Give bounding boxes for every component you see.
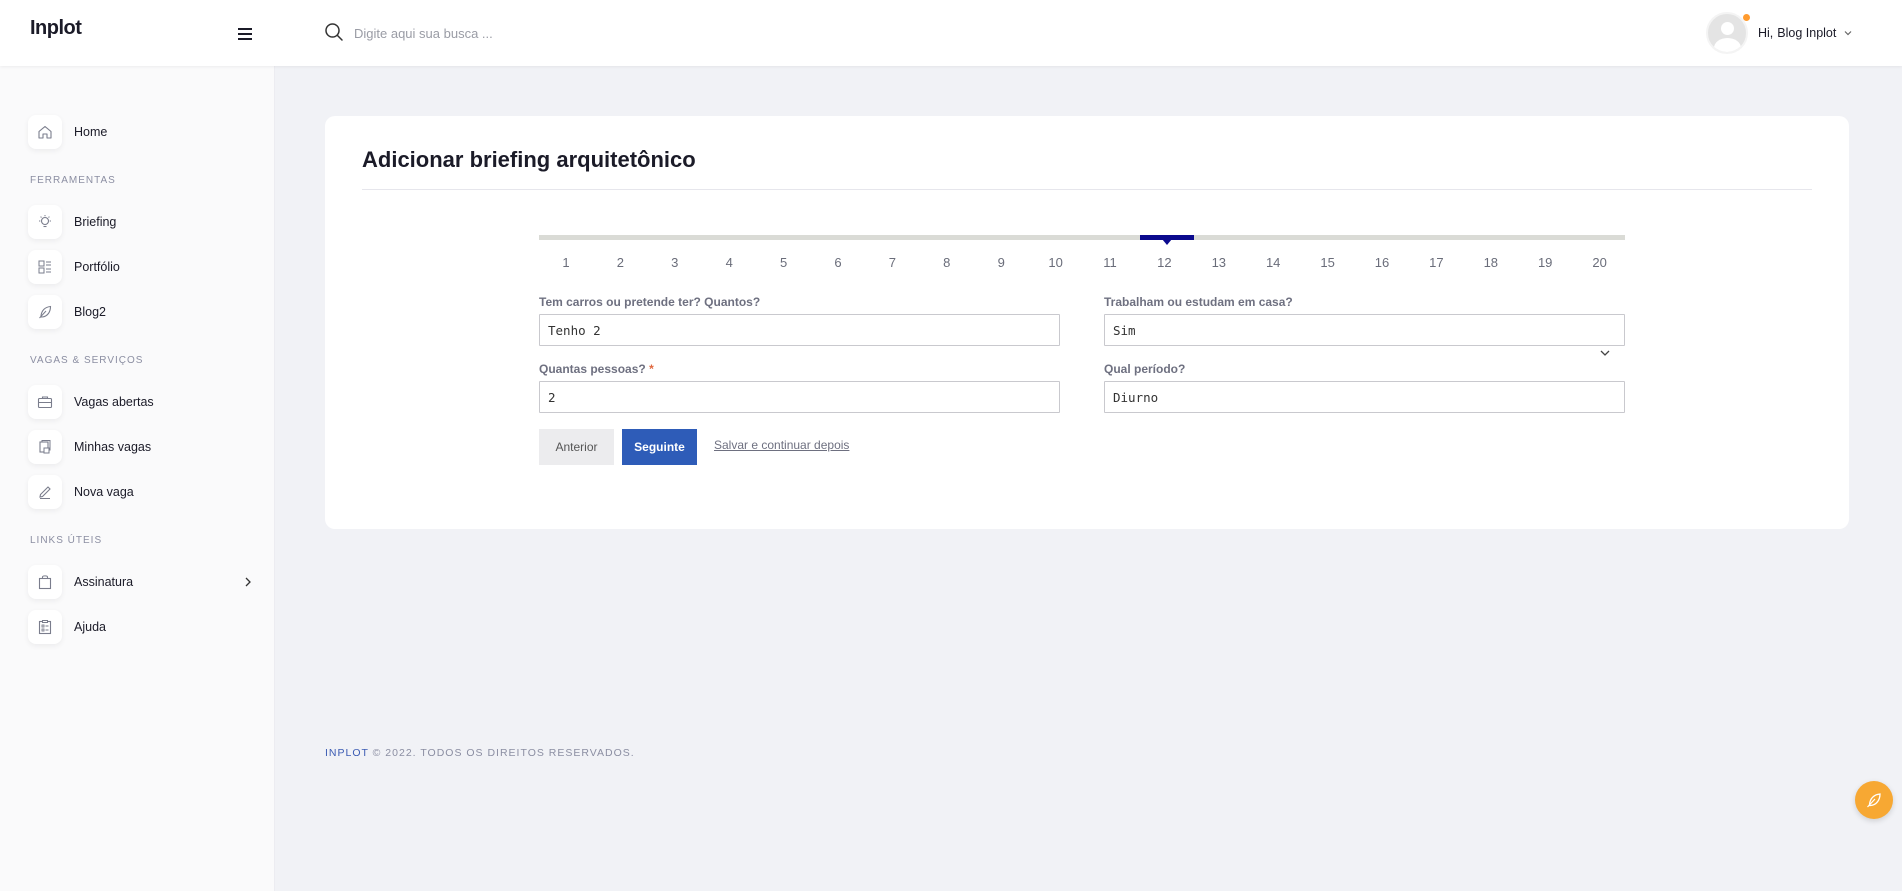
sidebar-item-help[interactable]: Ajuda xyxy=(28,609,253,645)
step-7[interactable]: 7 xyxy=(872,255,912,270)
step-2[interactable]: 2 xyxy=(600,255,640,270)
briefcase-icon xyxy=(28,385,62,419)
sidebar-item-label: Briefing xyxy=(74,215,117,229)
step-14[interactable]: 14 xyxy=(1253,255,1293,270)
divider xyxy=(362,189,1812,190)
step-12[interactable]: 12 xyxy=(1144,255,1184,270)
footer-copyright: © 2022. TODOS OS DIREITOS RESERVADOS. xyxy=(372,747,635,759)
search-input[interactable] xyxy=(354,20,754,46)
step-9[interactable]: 9 xyxy=(981,255,1021,270)
previous-button[interactable]: Anterior xyxy=(539,429,614,465)
chevron-right-icon[interactable] xyxy=(243,576,253,588)
step-11[interactable]: 11 xyxy=(1090,255,1130,270)
sidebar-item-new-job[interactable]: Nova vaga xyxy=(28,474,253,510)
home-icon xyxy=(28,115,62,149)
search-icon xyxy=(325,23,343,41)
step-18[interactable]: 18 xyxy=(1471,255,1511,270)
next-button[interactable]: Seguinte xyxy=(622,429,697,465)
pencil-icon xyxy=(28,475,62,509)
sidebar-item-my-jobs[interactable]: Minhas vagas xyxy=(28,429,253,465)
page-title: Adicionar briefing arquitetônico xyxy=(362,147,696,172)
sidebar-item-home[interactable]: Home xyxy=(28,114,253,150)
chevron-down-icon[interactable] xyxy=(1844,29,1852,37)
sidebar-item-open-jobs[interactable]: Vagas abertas xyxy=(28,384,253,420)
feather-icon xyxy=(28,295,62,329)
hamburger-menu-icon[interactable] xyxy=(238,28,252,40)
sidebar-item-blog2[interactable]: Blog2 xyxy=(28,294,253,330)
footer: INPLOT © 2022. TODOS OS DIREITOS RESERVA… xyxy=(325,747,635,759)
people-label-text: Quantas pessoas? xyxy=(539,362,646,376)
sidebar-item-portfolio[interactable]: Portfólio xyxy=(28,249,253,285)
step-8[interactable]: 8 xyxy=(927,255,967,270)
sidebar-item-label: Minhas vagas xyxy=(74,440,152,454)
sidebar-item-label: Blog2 xyxy=(74,305,106,319)
period-label: Qual período? xyxy=(1104,362,1186,376)
stepper-caret xyxy=(1162,239,1172,245)
step-3[interactable]: 3 xyxy=(655,255,695,270)
sidebar-item-label: Vagas abertas xyxy=(74,395,154,409)
step-10[interactable]: 10 xyxy=(1036,255,1076,270)
stepper: 1 2 3 4 5 6 7 8 9 10 11 12 13 14 15 16 17 18 19 20 xyxy=(539,255,1625,271)
cars-label: Tem carros ou pretende ter? Quantos? xyxy=(539,295,761,309)
step-4[interactable]: 4 xyxy=(709,255,749,270)
shopping-bag-icon xyxy=(28,565,62,599)
section-title-tools: FERRAMENTAS xyxy=(30,175,116,186)
sidebar-item-label: Assinatura xyxy=(74,575,134,589)
step-15[interactable]: 15 xyxy=(1308,255,1348,270)
sidebar-item-label: Portfólio xyxy=(74,260,120,274)
section-title-links: LINKS ÚTEIS xyxy=(30,535,103,546)
step-16[interactable]: 16 xyxy=(1362,255,1402,270)
notification-dot xyxy=(1743,14,1750,21)
cars-field[interactable] xyxy=(539,314,1060,346)
required-marker: * xyxy=(649,362,654,376)
sidebar-item-label: Home xyxy=(74,125,108,139)
step-5[interactable]: 5 xyxy=(764,255,804,270)
step-13[interactable]: 13 xyxy=(1199,255,1239,270)
top-header: Inplot Hi, Blog Inplot xyxy=(0,0,1902,66)
sidebar-item-subscription[interactable]: Assinatura xyxy=(28,564,253,600)
documents-icon xyxy=(28,430,62,464)
inplot-logo[interactable]: Inplot xyxy=(30,17,82,40)
save-continue-later-link[interactable]: Salvar e continuar depois xyxy=(714,438,849,452)
step-6[interactable]: 6 xyxy=(818,255,858,270)
step-20[interactable]: 20 xyxy=(1580,255,1620,270)
people-field[interactable] xyxy=(539,381,1060,413)
floating-edit-button[interactable] xyxy=(1855,781,1893,819)
stepper-track xyxy=(539,235,1625,240)
clipboard-icon xyxy=(28,610,62,644)
step-1[interactable]: 1 xyxy=(546,255,586,270)
sidebar-item-label: Nova vaga xyxy=(74,485,134,499)
period-field[interactable] xyxy=(1104,381,1625,413)
user-greeting: Hi, xyxy=(1758,26,1774,40)
home-work-label: Trabalham ou estudam em casa? xyxy=(1104,295,1293,309)
chevron-down-icon[interactable] xyxy=(1599,349,1611,357)
grid-list-icon xyxy=(28,250,62,284)
step-17[interactable]: 17 xyxy=(1416,255,1456,270)
user-menu[interactable]: Hi, Blog Inplot xyxy=(1706,11,1852,55)
section-title-jobs: VAGAS & SERVIÇOS xyxy=(30,355,144,366)
feather-icon xyxy=(1867,793,1881,808)
user-name: Blog Inplot xyxy=(1777,26,1837,40)
avatar[interactable] xyxy=(1706,12,1748,54)
briefing-card: Adicionar briefing arquitetônico 1234567… xyxy=(325,116,1849,529)
sidebar-item-label: Ajuda xyxy=(74,620,106,634)
people-label: Quantas pessoas? * xyxy=(539,362,654,376)
sidebar-item-briefing[interactable]: Briefing xyxy=(28,204,253,240)
footer-brand-link[interactable]: INPLOT xyxy=(325,747,369,759)
home-work-select[interactable] xyxy=(1104,314,1625,346)
lightbulb-icon xyxy=(28,205,62,239)
step-19[interactable]: 19 xyxy=(1525,255,1565,270)
sidebar: Home FERRAMENTAS Briefing Portfólio Blog… xyxy=(0,66,275,891)
